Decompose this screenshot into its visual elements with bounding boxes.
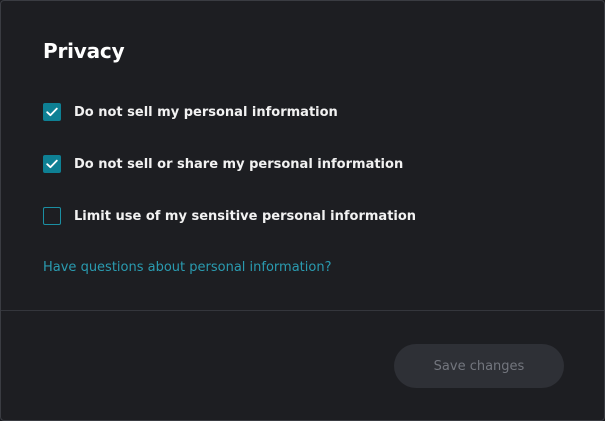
- privacy-section: Privacy Do not sell my personal informat…: [1, 1, 604, 309]
- check-icon: [46, 159, 58, 169]
- save-changes-button[interactable]: Save changes: [394, 344, 564, 388]
- panel-footer: Save changes: [1, 311, 604, 420]
- check-icon: [46, 107, 58, 117]
- option-do-not-sell-or-share[interactable]: Do not sell or share my personal informa…: [43, 154, 403, 174]
- privacy-panel: Privacy Do not sell my personal informat…: [0, 0, 605, 421]
- limit-sensitive-use-checkbox[interactable]: [43, 207, 61, 225]
- limit-sensitive-use-label: Limit use of my sensitive personal infor…: [74, 208, 417, 224]
- do-not-sell-or-share-checkbox[interactable]: [43, 155, 61, 173]
- personal-info-help-link[interactable]: Have questions about personal informatio…: [43, 260, 331, 275]
- option-limit-sensitive-use[interactable]: Limit use of my sensitive personal infor…: [43, 206, 416, 226]
- do-not-sell-or-share-label: Do not sell or share my personal informa…: [74, 156, 404, 172]
- option-do-not-sell[interactable]: Do not sell my personal information: [43, 102, 338, 122]
- do-not-sell-label: Do not sell my personal information: [74, 104, 338, 120]
- do-not-sell-checkbox[interactable]: [43, 103, 61, 121]
- section-title: Privacy: [43, 39, 125, 63]
